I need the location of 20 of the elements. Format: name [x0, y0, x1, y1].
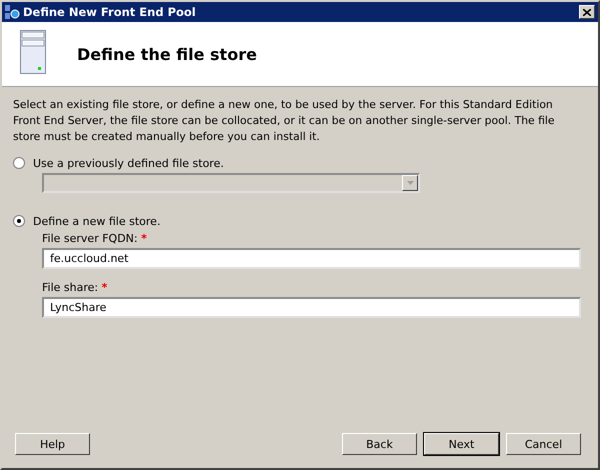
- dialog-button[interactable]: Help: [15, 433, 90, 455]
- description-text: Select an existing file store, or define a new one, to be used by the server. For this Standard Edition Front End Server, the file store can be collocated, or it can be on another single-server pool. The file store must be created manually before you can install it.: [13, 97, 556, 145]
- window-title: Define New Front End Pool: [23, 5, 197, 19]
- close-button[interactable]: [579, 5, 595, 19]
- radio-label[interactable]: Define a new file store.: [33, 214, 160, 228]
- input-field[interactable]: LyncShare: [42, 297, 581, 318]
- input-field[interactable]: fe.uccloud.net: [42, 248, 581, 269]
- dialog-button[interactable]: Cancel: [506, 433, 581, 455]
- field-label: File server FQDN:: [42, 232, 138, 245]
- close-icon: [583, 8, 591, 16]
- field-label: File share:: [42, 281, 98, 294]
- radio-button[interactable]: [13, 215, 25, 227]
- server-icon: [20, 30, 46, 74]
- dialog-button[interactable]: Next: [424, 433, 499, 455]
- caret-icon: [406, 181, 414, 185]
- required-mark: *: [141, 232, 147, 245]
- page-title: Define the file store: [77, 44, 257, 64]
- required-mark: *: [102, 281, 108, 294]
- app-icon: [4, 4, 20, 20]
- dialog-button[interactable]: Back: [342, 433, 417, 455]
